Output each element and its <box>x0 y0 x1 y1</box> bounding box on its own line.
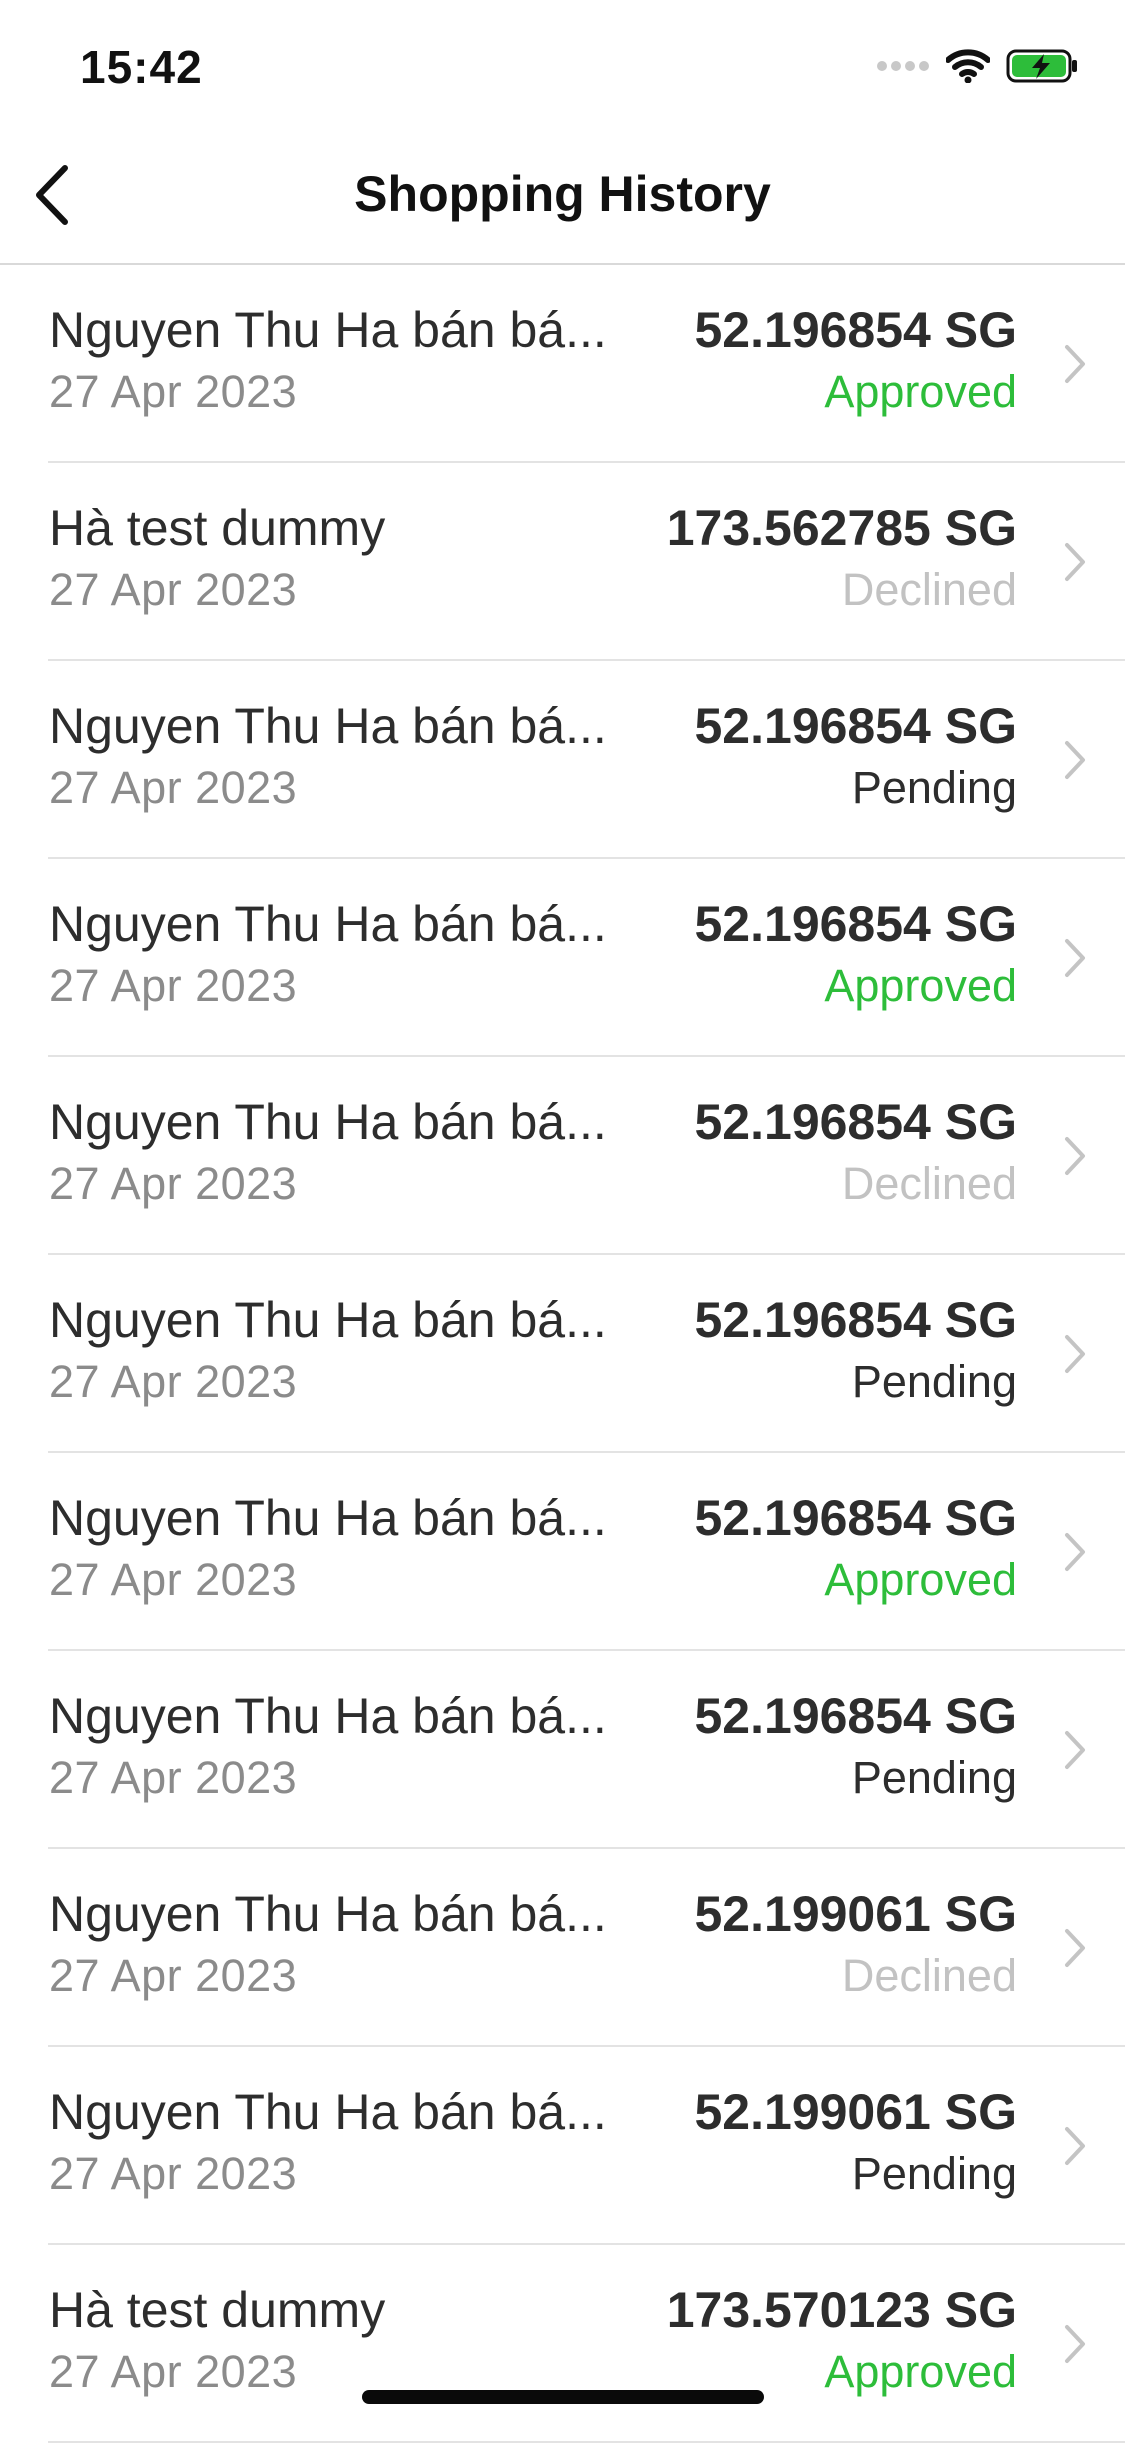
transaction-date: 27 Apr 2023 <box>49 564 298 615</box>
transaction-date: 27 Apr 2023 <box>49 2148 298 2199</box>
chevron-right-icon <box>1063 2125 1087 2167</box>
transaction-title: Hà test dummy <box>49 2282 386 2338</box>
transaction-amount: 52.196854 SG <box>694 1490 1018 1546</box>
transaction-status: Declined <box>841 564 1017 615</box>
transaction-title: Nguyen Thu Ha bán bá... <box>49 302 607 358</box>
transaction-row[interactable]: Hà test dummy 27 Apr 2023 173.562785 SG Dec… <box>0 463 1125 661</box>
chevron-right-icon <box>1063 1333 1087 1375</box>
transaction-status: Approved <box>824 1554 1017 1605</box>
battery-charging-icon <box>1006 48 1080 89</box>
transaction-status: Approved <box>824 2346 1017 2397</box>
transaction-row[interactable]: Nguyen Thu Ha bán bá... 27 Apr 2023 52.196… <box>0 1651 1125 1849</box>
status-icons <box>876 48 1080 89</box>
transaction-status: Declined <box>841 1158 1017 1209</box>
transaction-amount: 52.196854 SG <box>694 1688 1018 1744</box>
wifi-icon <box>945 49 991 88</box>
home-indicator <box>362 2390 764 2404</box>
nav-bar: Shopping History <box>0 135 1125 265</box>
transaction-title: Nguyen Thu Ha bán bá... <box>49 698 607 754</box>
transaction-date: 27 Apr 2023 <box>49 2346 298 2397</box>
transaction-title: Nguyen Thu Ha bán bá... <box>49 1094 607 1150</box>
transaction-row[interactable]: Nguyen Thu Ha bán bá... 27 Apr 2023 52.196… <box>0 661 1125 859</box>
transaction-status: Pending <box>851 1356 1017 1407</box>
transaction-title: Nguyen Thu Ha bán bá... <box>49 1886 607 1942</box>
page-title: Shopping History <box>354 166 771 222</box>
transaction-amount: 52.196854 SG <box>694 1292 1018 1348</box>
chevron-right-icon <box>1063 343 1087 385</box>
transaction-status: Declined <box>841 1950 1017 2001</box>
status-bar: 15:42 <box>0 0 1125 135</box>
transaction-amount: 52.199061 SG <box>694 2084 1018 2140</box>
transaction-title: Nguyen Thu Ha bán bá... <box>49 1490 607 1546</box>
transaction-date: 27 Apr 2023 <box>49 762 298 813</box>
transaction-status: Pending <box>851 762 1017 813</box>
transaction-title: Hà test dummy <box>49 500 386 556</box>
transaction-amount: 52.196854 SG <box>694 698 1018 754</box>
chevron-right-icon <box>1063 937 1087 979</box>
transaction-row[interactable]: Nguyen Thu Ha bán bá... 27 Apr 2023 52.196… <box>0 859 1125 1057</box>
chevron-right-icon <box>1063 739 1087 781</box>
chevron-right-icon <box>1063 1135 1087 1177</box>
transaction-status: Approved <box>824 366 1017 417</box>
transaction-row[interactable]: Nguyen Thu Ha bán bá... 27 Apr 2023 52.199… <box>0 2047 1125 2245</box>
chevron-right-icon <box>1063 1729 1087 1771</box>
transaction-date: 27 Apr 2023 <box>49 366 298 417</box>
transaction-amount: 52.199061 SG <box>694 1886 1018 1942</box>
transaction-date: 27 Apr 2023 <box>49 960 298 1011</box>
transaction-row[interactable]: Nguyen Thu Ha bán bá... 27 Apr 2023 52.196… <box>0 1255 1125 1453</box>
transaction-row[interactable]: Nguyen Thu Ha bán bá... 27 Apr 2023 52.196… <box>0 1453 1125 1651</box>
transaction-amount: 173.562785 SG <box>666 500 1017 556</box>
transaction-status: Approved <box>824 960 1017 1011</box>
transaction-date: 27 Apr 2023 <box>49 1356 298 1407</box>
transaction-row[interactable]: Nguyen Thu Ha bán bá... 27 Apr 2023 52.196… <box>0 1057 1125 1255</box>
chevron-right-icon <box>1063 541 1087 583</box>
transaction-title: Nguyen Thu Ha bán bá... <box>49 896 607 952</box>
transaction-date: 27 Apr 2023 <box>49 1950 298 2001</box>
signal-icon <box>876 59 930 78</box>
transaction-date: 27 Apr 2023 <box>49 1752 298 1803</box>
transaction-date: 27 Apr 2023 <box>49 1158 298 1209</box>
transaction-row[interactable]: Nguyen Thu Ha bán bá... 27 Apr 2023 52.199… <box>0 1849 1125 2047</box>
transaction-amount: 52.196854 SG <box>694 1094 1018 1150</box>
chevron-right-icon <box>1063 1531 1087 1573</box>
chevron-right-icon <box>1063 2323 1087 2365</box>
transaction-title: Nguyen Thu Ha bán bá... <box>49 1688 607 1744</box>
transaction-date: 27 Apr 2023 <box>49 1554 298 1605</box>
transaction-title: Nguyen Thu Ha bán bá... <box>49 1292 607 1348</box>
transaction-amount: 173.570123 SG <box>666 2282 1017 2338</box>
transaction-status: Pending <box>851 1752 1017 1803</box>
transaction-status: Pending <box>851 2148 1017 2199</box>
transaction-row[interactable]: Nguyen Thu Ha bán bá... 27 Apr 2023 52.196… <box>0 265 1125 463</box>
transaction-amount: 52.196854 SG <box>694 896 1018 952</box>
chevron-right-icon <box>1063 1927 1087 1969</box>
status-time: 15:42 <box>80 41 203 93</box>
transaction-row[interactable]: Hà test dummy 27 Apr 2023 173.570123 SG App… <box>0 2245 1125 2443</box>
transaction-amount: 52.196854 SG <box>694 302 1018 358</box>
transaction-list: Nguyen Thu Ha bán bá... 27 Apr 2023 52.196… <box>0 265 1125 2443</box>
transaction-title: Nguyen Thu Ha bán bá... <box>49 2084 607 2140</box>
